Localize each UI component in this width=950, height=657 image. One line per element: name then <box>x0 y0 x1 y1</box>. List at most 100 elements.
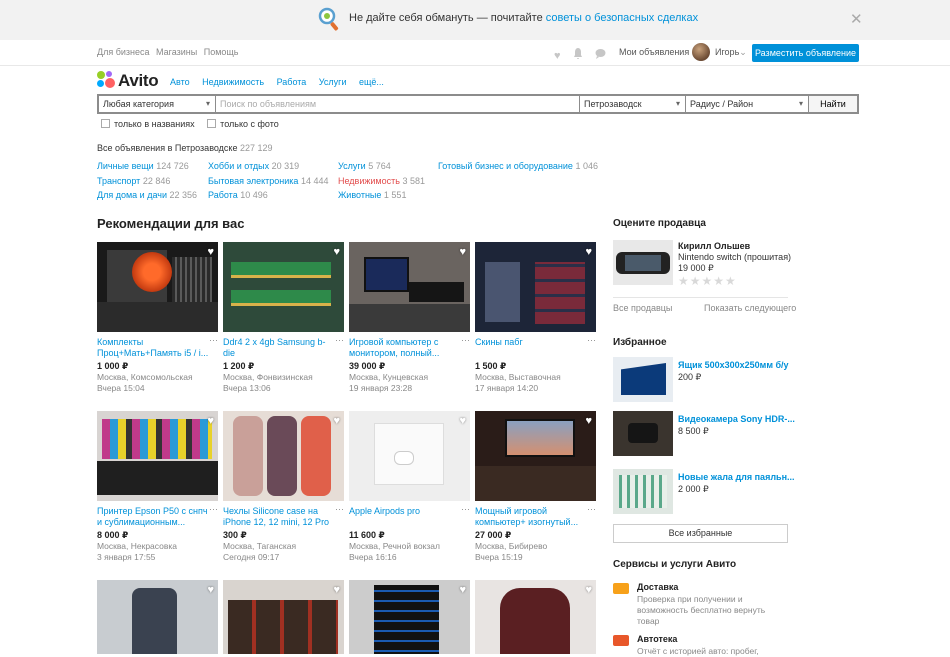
category-link[interactable]: Транспорт 22 846 <box>97 174 197 189</box>
favorite-photo[interactable] <box>613 469 673 514</box>
with-photo-checkbox[interactable]: только с фото <box>207 119 279 129</box>
listing-card[interactable]: ♥ <box>475 580 596 654</box>
nav-jobs[interactable]: Работа <box>277 77 307 87</box>
category-link[interactable]: Недвижимость 3 581 <box>338 174 425 189</box>
listing-card[interactable]: ♥ <box>223 580 344 654</box>
favorite-heart-icon[interactable]: ♥ <box>207 584 214 596</box>
listing-photo[interactable]: ♥ <box>349 242 470 332</box>
banner-text: Не дайте себя обмануть — почитайте совет… <box>349 12 699 24</box>
category-link[interactable]: Работа 10 496 <box>208 188 328 203</box>
favorite-item[interactable]: Видеокамера Sony HDR-... 8 500 ₽ <box>613 411 795 456</box>
listing-card[interactable]: ♥ Мощный игровой компьютер+ изогнутый...… <box>475 411 596 562</box>
category-select[interactable]: Любая категория ▾ <box>99 96 216 112</box>
listing-photo[interactable]: ♥ <box>223 242 344 332</box>
favorite-heart-icon[interactable]: ♥ <box>333 246 340 258</box>
category-link[interactable]: Личные вещи 124 726 <box>97 159 197 174</box>
all-sellers-link[interactable]: Все продавцы <box>613 303 672 313</box>
listing-photo[interactable]: ♥ <box>349 411 470 501</box>
all-ads-link[interactable]: Все объявления в Петрозаводске 227 129 <box>97 143 273 153</box>
user-menu[interactable]: Игорь⌄ <box>715 47 747 58</box>
category-nav: Авто Недвижимость Работа Услуги ещё... <box>170 77 394 87</box>
heart-icon[interactable]: ♥ <box>554 50 561 62</box>
safety-tips-link[interactable]: советы о безопасных сделках <box>546 12 698 24</box>
more-options-icon[interactable]: ··· <box>335 504 344 514</box>
logo-dots-icon <box>97 71 115 89</box>
listing-card[interactable]: ♥ Скины пабг ··· 1 500 ₽ Москва, Выставо… <box>475 242 596 393</box>
rating-stars[interactable]: ★★★★★ <box>678 274 737 288</box>
avatar[interactable] <box>692 43 710 61</box>
city-select[interactable]: Петрозаводск ▾ <box>580 96 686 112</box>
more-options-icon[interactable]: ··· <box>461 335 470 345</box>
listing-card[interactable]: ♥ Комплекты Проц+Мать+Память i5 / i... ·… <box>97 242 218 393</box>
listing-photo[interactable]: ♥ <box>97 580 218 654</box>
favorite-photo[interactable] <box>613 411 673 456</box>
favorite-heart-icon[interactable]: ♥ <box>585 246 592 258</box>
favorite-item[interactable]: Новые жала для паяльн... 2 000 ₽ <box>613 469 795 514</box>
listing-card[interactable]: ♥ Игровой компьютер с монитором, полный.… <box>349 242 470 393</box>
favorite-heart-icon[interactable]: ♥ <box>333 584 340 596</box>
listing-card[interactable]: ♥ <box>97 580 218 654</box>
car-icon <box>613 635 629 646</box>
nav-realty[interactable]: Недвижимость <box>202 77 264 87</box>
listing-photo[interactable]: ♥ <box>97 411 218 501</box>
listing-card[interactable]: ♥ Принтер Epson P50 с снпч и сублимацион… <box>97 411 218 562</box>
favorite-photo[interactable] <box>613 357 673 402</box>
listing-photo[interactable]: ♥ <box>97 242 218 332</box>
favorite-item[interactable]: Ящик 500х300х250мм б/у 200 ₽ <box>613 357 789 402</box>
favorite-heart-icon[interactable]: ♥ <box>207 246 214 258</box>
category-link[interactable]: Для дома и дачи 22 356 <box>97 188 197 203</box>
chat-icon[interactable] <box>595 48 606 62</box>
top-bar: Для бизнеса Магазины Помощь ♥ Мои объявл… <box>0 40 950 66</box>
category-link[interactable]: Готовый бизнес и оборудование 1 046 <box>438 159 598 174</box>
listing-card[interactable]: ♥ Apple Airpods pro ··· 11 600 ₽ Москва,… <box>349 411 470 562</box>
listing-photo[interactable]: ♥ <box>475 411 596 501</box>
next-seller-link[interactable]: Показать следующего <box>704 303 796 313</box>
favorite-heart-icon[interactable]: ♥ <box>585 415 592 427</box>
chevron-down-icon: ⌄ <box>739 47 747 57</box>
chevron-down-icon: ▾ <box>675 99 680 108</box>
rate-seller-links: Все продавцы Показать следующего <box>613 297 796 313</box>
listing-photo[interactable]: ♥ <box>223 411 344 501</box>
favorite-heart-icon[interactable]: ♥ <box>459 584 466 596</box>
favorite-heart-icon[interactable]: ♥ <box>207 415 214 427</box>
titles-only-checkbox[interactable]: только в названиях <box>101 119 195 129</box>
rate-seller-title: Оцените продавца <box>613 218 706 229</box>
favorite-heart-icon[interactable]: ♥ <box>459 415 466 427</box>
search-input[interactable]: Поиск по объявлениям <box>216 96 580 112</box>
listing-card[interactable]: ♥ <box>349 580 470 654</box>
listing-photo[interactable]: ♥ <box>475 242 596 332</box>
listing-card[interactable]: ♥ Чехлы Silicone case на iPhone 12, 12 m… <box>223 411 344 562</box>
more-options-icon[interactable]: ··· <box>587 335 596 345</box>
listing-photo[interactable]: ♥ <box>475 580 596 654</box>
category-link[interactable]: Бытовая электроника 14 444 <box>208 174 328 189</box>
search-bar: Любая категория ▾ Поиск по объявлениям Пе… <box>97 94 859 114</box>
nav-auto[interactable]: Авто <box>170 77 190 87</box>
more-options-icon[interactable]: ··· <box>209 504 218 514</box>
shops-link[interactable]: Магазины <box>156 47 197 57</box>
business-link[interactable]: Для бизнеса <box>97 47 150 57</box>
seller-item-photo[interactable] <box>613 240 673 285</box>
category-link[interactable]: Услуги 5 764 <box>338 159 425 174</box>
post-ad-button[interactable]: Разместить объявление <box>752 44 859 62</box>
radius-select[interactable]: Радиус / Район ▾ <box>686 96 809 112</box>
listing-card[interactable]: ♥ Ddr4 2 x 4gb Samsung b-die ··· 1 200 ₽… <box>223 242 344 393</box>
category-link[interactable]: Хобби и отдых 20 319 <box>208 159 328 174</box>
search-button[interactable]: Найти <box>809 96 857 112</box>
all-favorites-button[interactable]: Все избранные <box>613 524 788 543</box>
nav-more[interactable]: ещё... <box>359 77 384 87</box>
more-options-icon[interactable]: ··· <box>335 335 344 345</box>
favorite-heart-icon[interactable]: ♥ <box>333 415 340 427</box>
my-ads-link[interactable]: Мои объявления <box>619 47 689 57</box>
bell-icon[interactable] <box>573 48 583 62</box>
close-icon[interactable]: ✕ <box>850 10 863 28</box>
favorite-heart-icon[interactable]: ♥ <box>459 246 466 258</box>
more-options-icon[interactable]: ··· <box>209 335 218 345</box>
listing-photo[interactable]: ♥ <box>223 580 344 654</box>
listing-photo[interactable]: ♥ <box>349 580 470 654</box>
more-options-icon[interactable]: ··· <box>587 504 596 514</box>
help-link[interactable]: Помощь <box>204 47 239 57</box>
favorite-heart-icon[interactable]: ♥ <box>585 584 592 596</box>
nav-services[interactable]: Услуги <box>319 77 347 87</box>
more-options-icon[interactable]: ··· <box>461 504 470 514</box>
category-link[interactable]: Животные 1 551 <box>338 188 425 203</box>
